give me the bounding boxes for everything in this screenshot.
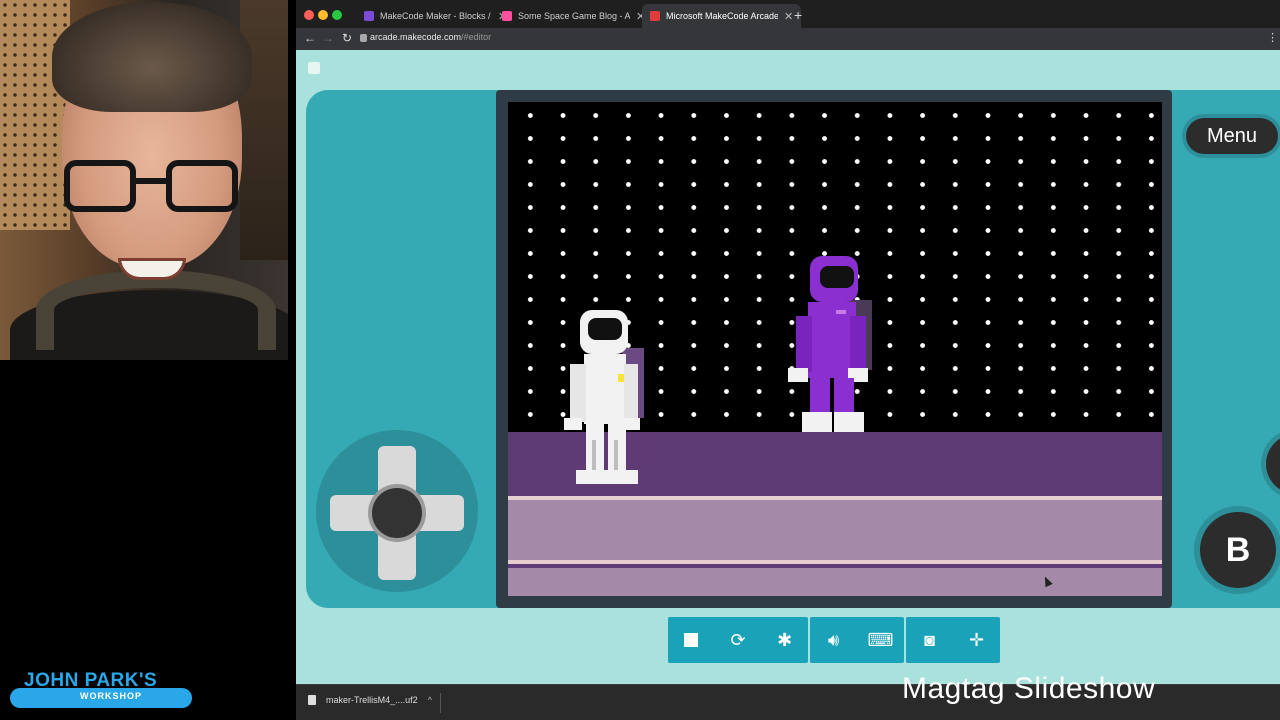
tab-space-game-blog[interactable]: Some Space Game Blog - Arca ✕	[494, 4, 653, 28]
dpad-joystick[interactable]	[372, 488, 422, 538]
file-icon	[308, 695, 316, 705]
makecode-favicon-icon	[364, 11, 374, 21]
browser-menu-icon[interactable]: ⋮	[1267, 31, 1278, 44]
tab-bar: MakeCode Maker - Blocks / Ja ✕ Some Spac…	[296, 0, 1280, 30]
stop-icon	[684, 633, 699, 647]
stop-button[interactable]	[668, 617, 715, 663]
tab-title: Microsoft MakeCode Arcade	[666, 11, 778, 21]
simulator-toolbar-group-3: ◙ ✛	[906, 617, 1000, 663]
logo-name: JOHN PARK'S	[24, 670, 158, 691]
tab-makecode-maker[interactable]: MakeCode Maker - Blocks / Ja ✕	[356, 4, 515, 28]
debug-icon: ✱	[777, 629, 793, 650]
screenshot-button[interactable]: ◙	[906, 617, 953, 663]
purple-astronaut-sprite	[788, 256, 872, 432]
tab-title: Some Space Game Blog - Arca	[518, 11, 630, 21]
minimize-window-button[interactable]	[318, 10, 328, 20]
fullscreen-button[interactable]: ✛	[953, 617, 1000, 663]
caret-up-icon[interactable]: ^	[428, 695, 432, 705]
b-button[interactable]: B	[1200, 512, 1276, 588]
keyboard-button[interactable]: ⌨	[857, 617, 904, 663]
forward-arrow-icon[interactable]: →	[322, 31, 334, 45]
restart-icon: ⟳	[730, 629, 746, 650]
video-caption: Magtag Slideshow	[902, 672, 1156, 705]
floor-stripe-dark	[508, 564, 1162, 568]
screenshot-icon: ◙	[924, 629, 935, 650]
keyboard-icon: ⌨	[867, 629, 894, 650]
simulator-toolbar-group-2: 🔊︎ ⌨	[810, 617, 904, 663]
arcade-favicon-icon	[650, 11, 660, 21]
arcade-logo-icon[interactable]	[308, 62, 320, 74]
person-glasses	[64, 160, 240, 216]
restart-button[interactable]: ⟳	[715, 617, 762, 663]
lock-icon	[360, 34, 367, 42]
download-item[interactable]: maker-TrellisM4_....uf2 ^	[308, 695, 432, 705]
divider	[440, 693, 441, 713]
tool-rack	[240, 0, 288, 260]
menu-button[interactable]: Menu	[1186, 118, 1278, 154]
simulator-toolbar-group-1: ⟳ ✱	[668, 617, 808, 663]
debug-button[interactable]: ✱	[761, 617, 808, 663]
logo-subtitle: WORKSHOP	[80, 691, 142, 701]
blog-favicon-icon	[502, 11, 512, 21]
station-floor	[508, 500, 1162, 596]
download-filename: maker-TrellisM4_....uf2	[326, 695, 418, 705]
person-jacket-collar	[36, 270, 276, 350]
close-window-button[interactable]	[304, 10, 314, 20]
back-arrow-icon[interactable]: ←	[304, 31, 316, 45]
person-hair	[52, 2, 252, 112]
webcam-feed	[0, 0, 288, 360]
floor-stripe	[508, 560, 1162, 564]
address-bar: ← → ↻ arcade.makecode.com/#editor ⋮	[296, 28, 1280, 50]
sound-icon: 🔊︎	[827, 629, 840, 650]
url-field[interactable]: arcade.makecode.com/#editor	[370, 32, 491, 42]
white-astronaut-sprite	[564, 310, 644, 484]
reload-icon[interactable]: ↻	[342, 31, 352, 45]
tab-makecode-arcade[interactable]: Microsoft MakeCode Arcade ✕	[642, 4, 802, 28]
tab-title: MakeCode Maker - Blocks / Ja	[380, 11, 492, 21]
fullscreen-icon: ✛	[968, 629, 985, 650]
new-tab-icon[interactable]: +	[794, 7, 802, 23]
mute-button[interactable]: 🔊︎	[810, 617, 857, 663]
maximize-window-button[interactable]	[332, 10, 342, 20]
close-tab-icon[interactable]: ✕	[784, 10, 793, 23]
arcade-simulator-page: Menu B ⟳ ✱ 🔊︎ ⌨ ◙ ✛	[296, 50, 1280, 684]
game-screen[interactable]	[508, 102, 1162, 596]
browser-window: MakeCode Maker - Blocks / Ja ✕ Some Spac…	[296, 0, 1280, 720]
workshop-logo: JOHN PARK'S WORKSHOP	[8, 666, 194, 718]
